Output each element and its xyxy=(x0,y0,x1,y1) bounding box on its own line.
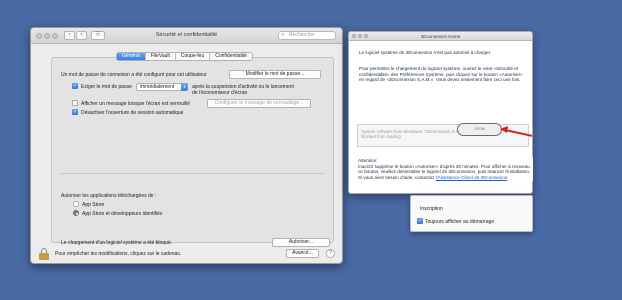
lock-hint-text: Pour empêcher les modifications, cliquez… xyxy=(55,251,182,257)
security-titlebar: ‹ › ⠿ Sécurité et confidentialité ⌕ Rech… xyxy=(31,28,342,44)
red-arrow-icon xyxy=(500,126,532,137)
search-input[interactable]: ⌕ Rechercher xyxy=(278,31,336,40)
app-store-identified-label: App Store et développeurs identifiés xyxy=(82,211,163,217)
always-show-checkbox[interactable]: ✓ xyxy=(417,218,423,224)
always-show-label: Toujours afficher au démarrage xyxy=(425,219,495,225)
section-divider xyxy=(60,173,325,174)
inscription-link[interactable]: Inscription xyxy=(420,206,443,212)
not-authorized-text: Le logiciel système de 3Dconnexion n'est… xyxy=(359,50,492,55)
attention-text: macOS supprime le bouton «Autoriser» d'a… xyxy=(358,163,531,175)
support-line: Si vous avez besoin d'aide, contactez l'… xyxy=(358,175,533,181)
radio-app-store[interactable] xyxy=(73,201,79,207)
require-password-label: Exiger le mot de passe xyxy=(81,84,132,90)
tab-firewall[interactable]: Coupe-feu xyxy=(176,53,211,60)
show-message-checkbox[interactable] xyxy=(72,100,78,106)
connexion-window-title: 3Dconnexion Home xyxy=(420,33,461,39)
advanced-button[interactable]: Avancé... xyxy=(286,249,319,258)
search-icon: ⌕ xyxy=(281,32,285,38)
security-privacy-window: ‹ › ⠿ Sécurité et confidentialité ⌕ Rech… xyxy=(30,27,343,264)
disable-autologin-checkbox[interactable]: ✓ xyxy=(72,109,78,115)
connexion-small-dialog: Inscription ✓ Toujours afficher au démar… xyxy=(410,195,533,232)
disable-autologin-label: Désactiver l'ouverture de session automa… xyxy=(81,110,184,116)
support-suffix: . xyxy=(507,174,509,180)
tab-filevault[interactable]: FileVault xyxy=(146,53,176,60)
tab-bar: Général FileVault Coupe-feu Confidential… xyxy=(116,52,253,61)
require-password-value: immédiatement xyxy=(140,84,175,90)
password-status-text: Un mot de passe de connexion a été confi… xyxy=(61,72,207,78)
allow-apps-label: Autoriser les applications téléchargées … xyxy=(61,193,157,199)
allow-button[interactable]: Allow xyxy=(457,123,502,136)
connexion-titlebar: 3Dconnexion Home xyxy=(349,32,532,41)
instructions-text: Pour permettre le chargement du logiciel… xyxy=(359,66,523,83)
change-password-button[interactable]: Modifier le mot de passe... xyxy=(229,70,321,79)
help-button[interactable]: ? xyxy=(326,249,335,258)
tab-general[interactable]: Général xyxy=(117,53,146,60)
support-prefix: Si vous avez besoin d'aide, contactez xyxy=(358,174,436,180)
chevron-updown-icon: ⇕ xyxy=(181,83,188,91)
general-panel: Un mot de passe de connexion a été confi… xyxy=(51,57,334,247)
require-password-suffix-2: de l'économiseur d'écran xyxy=(192,90,248,96)
support-link[interactable]: l'Assistance Client de 3Dconnexion xyxy=(436,175,508,180)
security-footer: Pour empêcher les modifications, cliquez… xyxy=(31,245,342,263)
attention-block: Attention: macOS supprime le bouton «Aut… xyxy=(358,157,533,182)
search-placeholder: Rechercher xyxy=(289,32,315,38)
set-lock-message-button[interactable]: Configurer le message de verrouillage... xyxy=(207,99,311,108)
lock-icon[interactable] xyxy=(39,248,49,260)
tab-privacy[interactable]: Confidentialité xyxy=(210,53,252,60)
show-message-label: Afficher un message lorsque l'écran est … xyxy=(81,101,190,107)
app-store-label: App Store xyxy=(82,202,105,208)
require-password-checkbox[interactable]: ✓ xyxy=(72,83,78,89)
require-password-select[interactable]: immédiatement ⇕ xyxy=(136,83,188,91)
radio-app-store-identified[interactable] xyxy=(73,210,79,216)
